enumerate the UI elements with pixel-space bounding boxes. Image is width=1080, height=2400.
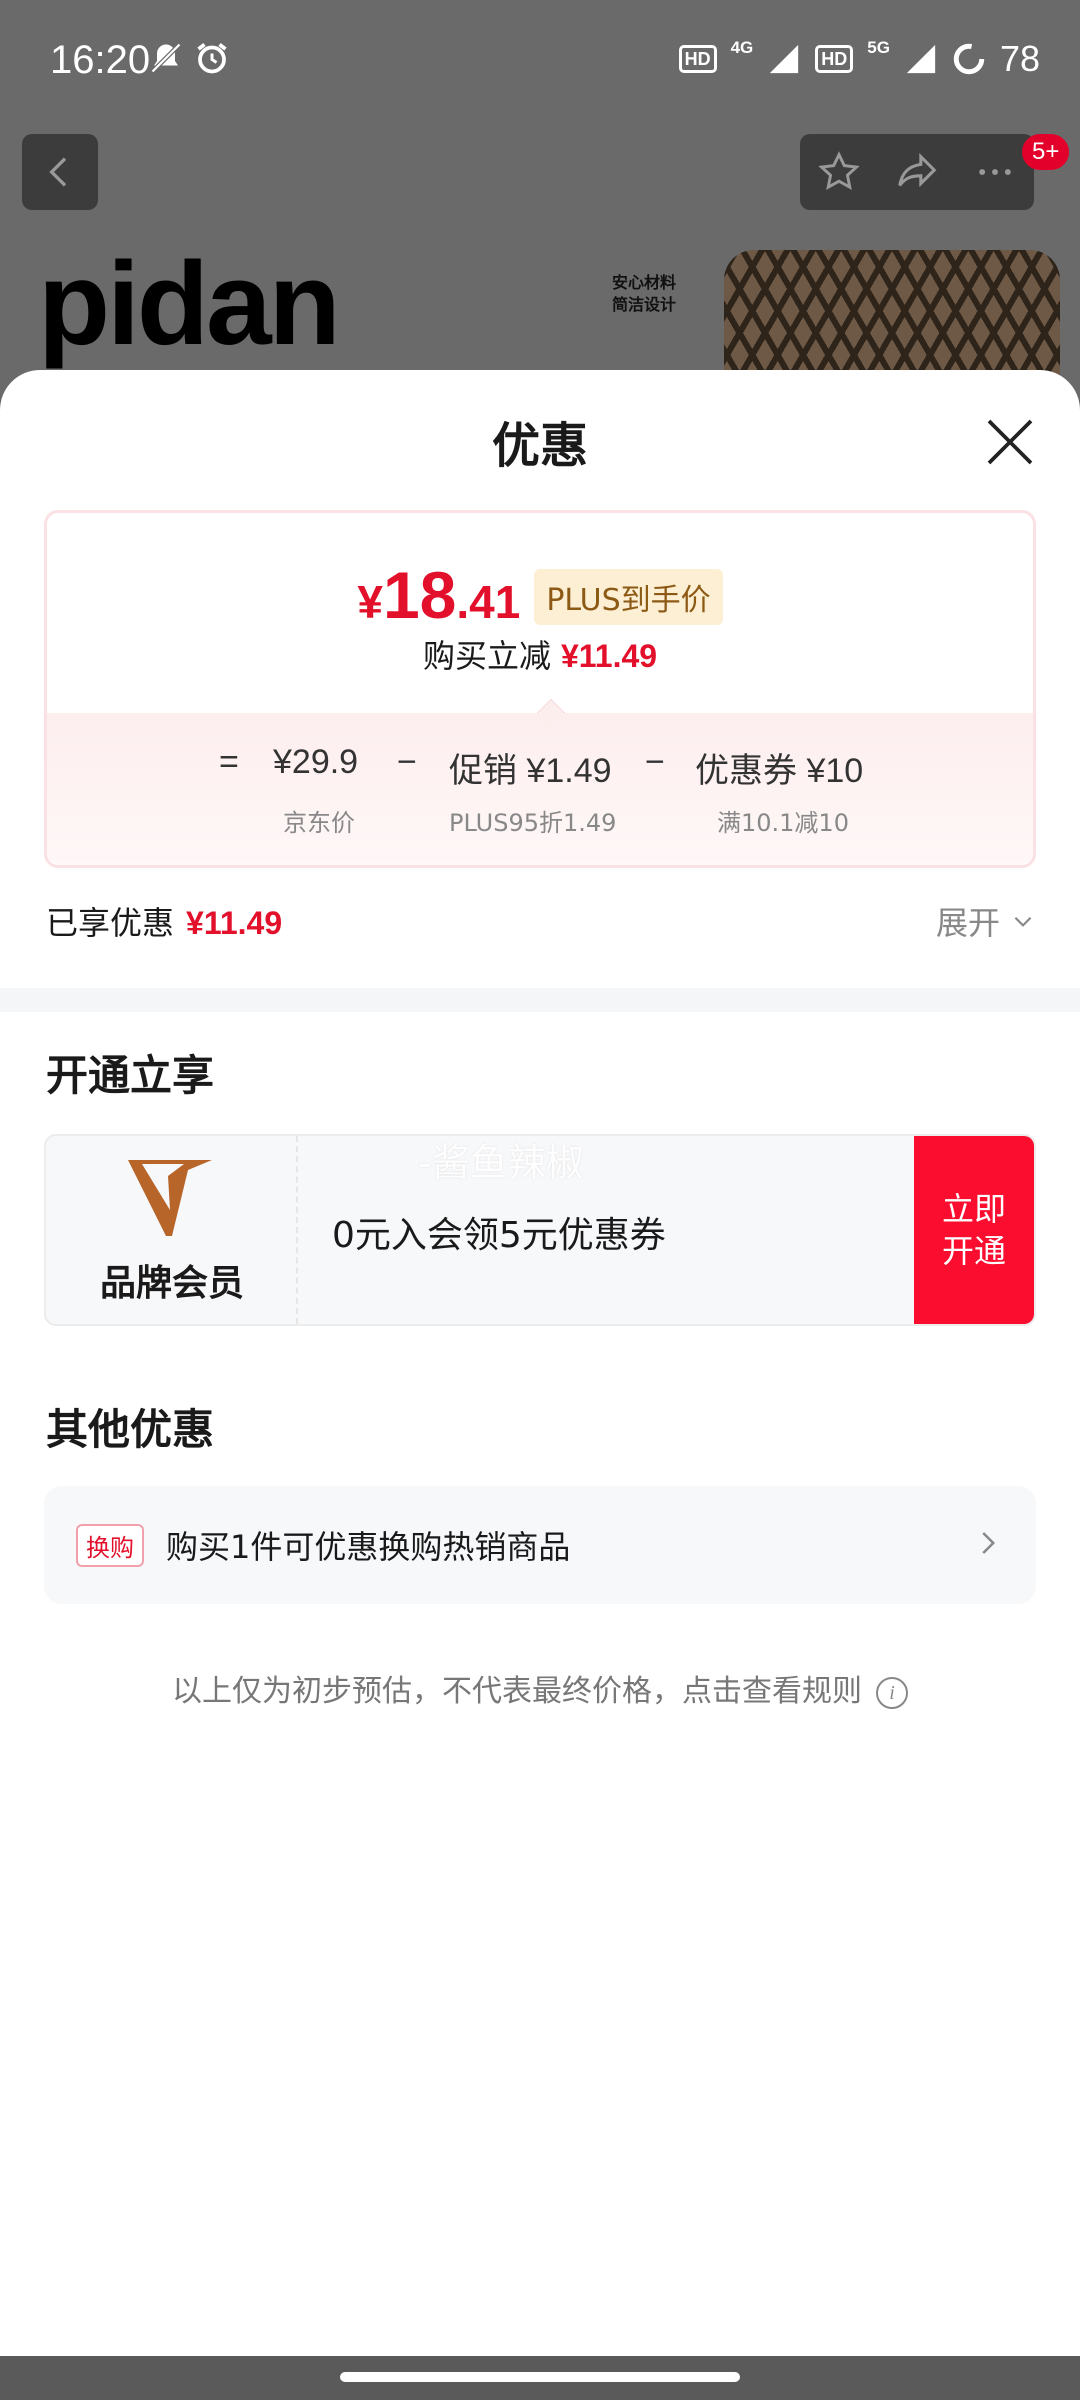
status-icons-left <box>148 40 230 76</box>
jd-price: ¥29.9 <box>273 743 359 781</box>
status-icons-right: HD 4G HD 5G 78 <box>678 38 1040 80</box>
open-section-title: 开通立享 <box>46 1051 215 1100</box>
formula-minus-2: − <box>645 743 665 781</box>
chevron-down-icon <box>1014 916 1032 927</box>
final-price: ¥18.41 <box>357 557 520 633</box>
status-bar: 16:20 HD 4G HD 5G 78 <box>0 0 1080 126</box>
enjoyed-label: 已享优惠 <box>46 904 175 942</box>
watermark-text: -酱鱼辣椒 <box>418 1141 584 1185</box>
more-icon <box>979 169 1011 175</box>
price-card: ¥18.41 PLUS到手价 购买立减 ¥11.49 = ¥29.9 − 促销 ¥… <box>44 510 1036 868</box>
member-name: 品牌会员 <box>99 1263 244 1304</box>
formula-equals: = <box>219 743 239 781</box>
back-button[interactable] <box>22 134 98 210</box>
gesture-bar <box>0 2356 1080 2400</box>
swap-offer-row[interactable]: 换购 购买1件可优惠换购热销商品 <box>44 1486 1036 1604</box>
open-now-line2: 开通 <box>941 1232 1006 1270</box>
price-breakdown: = ¥29.9 − 促销 ¥1.49 − 优惠券 ¥10 京东价 PLUS95折… <box>47 713 1033 865</box>
brand-logo: pidan <box>38 238 341 370</box>
member-badge: 品牌会员 <box>46 1136 298 1324</box>
plus-price-tag: PLUS到手价 <box>534 569 723 625</box>
net-4g-label: 4G <box>730 38 754 57</box>
open-now-button[interactable]: 立即 开通 <box>914 1136 1034 1324</box>
signal-icon <box>770 44 799 74</box>
brand-member-logo-icon <box>128 1160 212 1236</box>
reduce-value: ¥11.49 <box>560 638 658 674</box>
battery-ring-icon <box>953 43 985 75</box>
discount-sheet: 优惠 ¥18.41 PLUS到手价 购买立减 ¥11.49 = ¥29.9 − 促… <box>0 370 1080 2356</box>
brand-tag-line1: 安心材料 <box>612 273 677 292</box>
net-5g-label: 5G <box>867 38 890 57</box>
enjoyed-value: ¥11.49 <box>186 905 283 941</box>
brand-member-card[interactable]: 品牌会员 -酱鱼辣椒 0元入会领5元优惠券 立即 开通 <box>44 1134 1036 1326</box>
open-now-line1: 立即 <box>941 1190 1006 1228</box>
formula-minus-1: − <box>397 743 417 781</box>
sheet-title: 优惠 <box>491 418 588 474</box>
home-indicator[interactable] <box>340 2372 740 2382</box>
hd-icon-2: HD <box>815 45 854 73</box>
message-badge: 5+ <box>1022 134 1070 170</box>
favorite-button[interactable] <box>804 137 874 207</box>
battery-level: 78 <box>999 38 1040 79</box>
nav-actions <box>800 134 1034 210</box>
background-page: 16:20 HD 4G HD 5G 78 5+ pidan 安心材料 简洁设计 <box>0 0 1080 400</box>
reduce-label: 购买立减 <box>422 637 551 675</box>
coupon-value: 优惠券 ¥10 <box>695 752 864 790</box>
star-icon <box>818 151 860 191</box>
expand-button[interactable]: 展开 <box>936 898 1036 944</box>
signal-icon-2 <box>906 44 936 74</box>
member-offer: 0元入会领5元优惠券 <box>332 1215 666 1256</box>
mute-icon <box>150 42 182 74</box>
close-icon <box>987 419 1033 465</box>
chevron-right-icon <box>982 1532 996 1554</box>
disclaimer-text: 以上仅为初步预估，不代表最终价格，点击查看规则 <box>172 1674 862 1709</box>
swap-text: 购买1件可优惠换购热销商品 <box>166 1528 571 1566</box>
info-icon[interactable]: i <box>876 1676 908 1709</box>
jd-price-label: 京东价 <box>283 809 355 837</box>
more-button[interactable] <box>960 137 1030 207</box>
price-integer: 18 <box>382 558 457 632</box>
share-button[interactable] <box>882 137 952 207</box>
chevron-left-icon <box>49 157 67 187</box>
promo-value: 促销 ¥1.49 <box>449 752 612 790</box>
brand-tag-line2: 简洁设计 <box>612 295 677 314</box>
price-currency: ¥ <box>357 576 383 628</box>
status-time: 16:20 <box>50 38 151 82</box>
final-price-line: ¥18.41 PLUS到手价 <box>47 557 1033 633</box>
coupon-label: 满10.1减10 <box>717 809 849 837</box>
brand-tagline: 安心材料 简洁设计 <box>612 272 676 316</box>
promo-label: PLUS95折1.49 <box>449 809 617 837</box>
swap-tag: 换购 <box>76 1524 144 1567</box>
price-summary: ¥18.41 PLUS到手价 购买立减 ¥11.49 <box>47 513 1033 713</box>
hd-icon: HD <box>678 45 717 73</box>
share-icon <box>898 152 937 188</box>
reduce-line: 购买立减 ¥11.49 <box>47 631 1033 677</box>
price-decimal: .41 <box>456 576 521 628</box>
enjoyed-discount: 已享优惠 ¥11.49 <box>46 898 282 944</box>
other-section-title: 其他优惠 <box>46 1405 215 1454</box>
disclaimer[interactable]: 以上仅为初步预估，不代表最终价格，点击查看规则 i <box>0 1666 1080 1710</box>
expand-label: 展开 <box>935 904 1000 942</box>
close-button[interactable] <box>982 414 1038 470</box>
section-divider <box>0 988 1080 1012</box>
alarm-icon <box>197 43 227 74</box>
